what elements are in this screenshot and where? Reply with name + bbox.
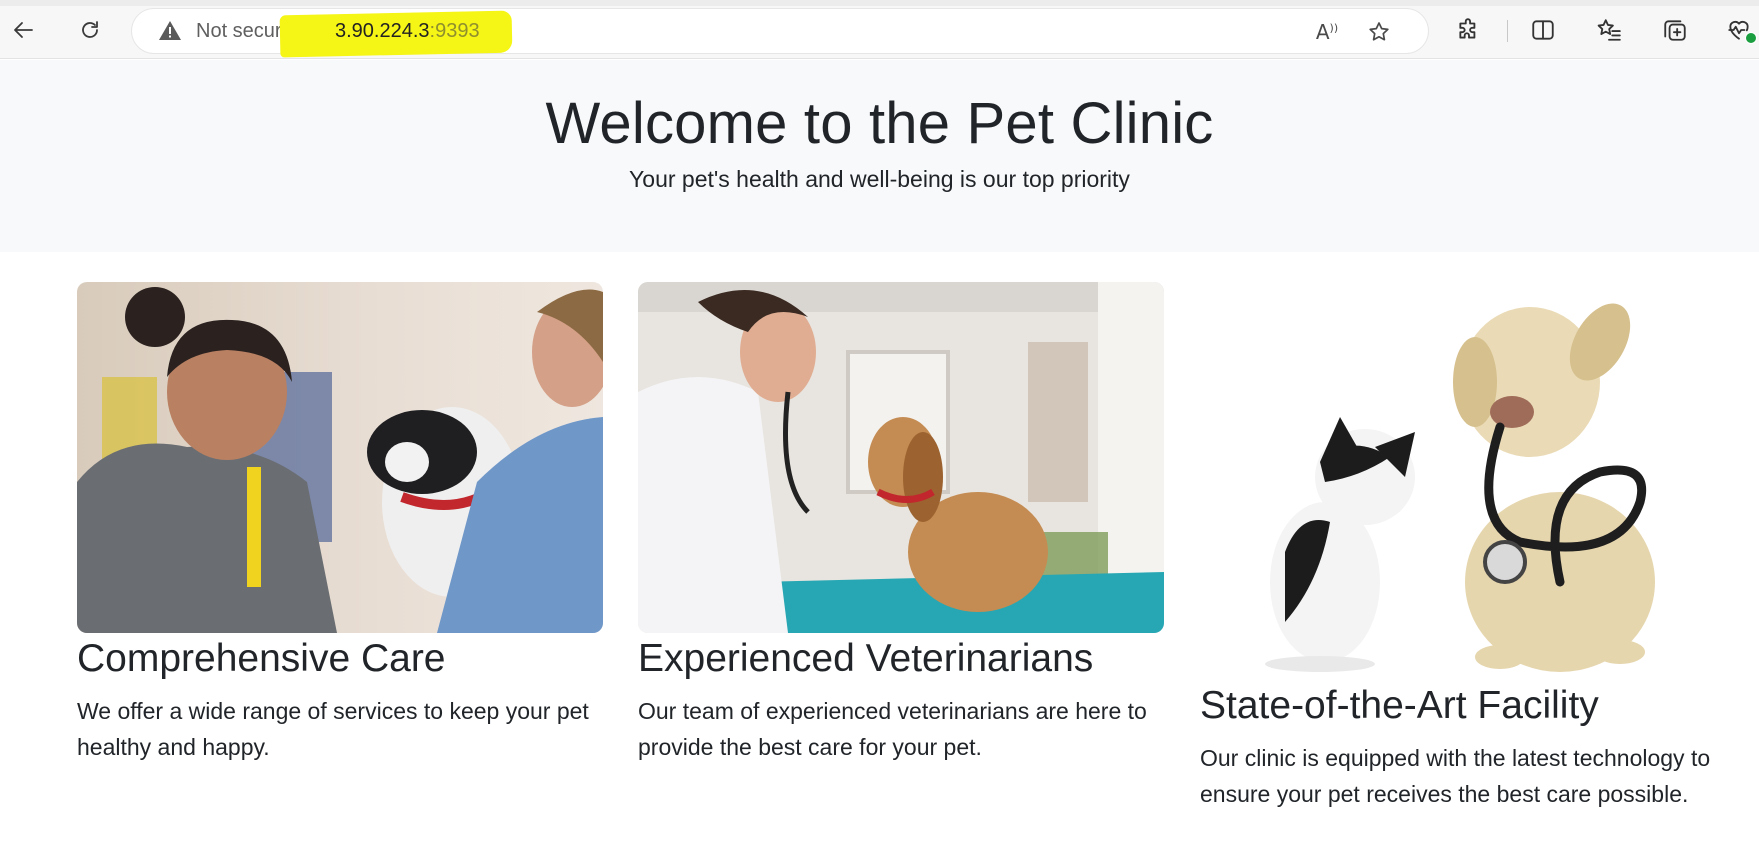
address-bar[interactable]: Not secure | 3.90.224.3:9393 A)) bbox=[132, 9, 1428, 58]
card-title: Comprehensive Care bbox=[77, 637, 446, 680]
browser-toolbar: Not secure | 3.90.224.3:9393 A)) bbox=[0, 0, 1759, 59]
page-title: Welcome to the Pet Clinic bbox=[545, 91, 1214, 156]
favorites-icon bbox=[1597, 19, 1621, 41]
split-screen-button[interactable] bbox=[1527, 14, 1559, 46]
warning-icon[interactable] bbox=[158, 19, 182, 43]
vet-with-dog-image bbox=[77, 282, 603, 633]
extensions-button[interactable] bbox=[1453, 14, 1485, 46]
favorite-button[interactable] bbox=[1364, 17, 1394, 47]
url-port: :9393 bbox=[429, 20, 480, 42]
card-text: Our clinic is equipped with the latest t… bbox=[1200, 745, 1711, 807]
collections-button[interactable] bbox=[1659, 14, 1691, 46]
split-screen-icon bbox=[1532, 20, 1554, 40]
collections-icon bbox=[1664, 20, 1686, 41]
back-button[interactable] bbox=[6, 12, 42, 48]
feature-card-veterinarians: Experienced Veterinarians Our team of ex… bbox=[638, 282, 1164, 765]
back-arrow-icon bbox=[14, 22, 33, 38]
security-status-label[interactable]: Not secure bbox=[196, 20, 293, 43]
feature-card-facility: State-of-the-Art Facility Our clinic is … bbox=[1200, 282, 1726, 812]
card-text: We offer a wide range of services to kee… bbox=[77, 698, 589, 760]
status-dot bbox=[1745, 32, 1757, 44]
page-subtitle: Your pet's health and well-being is our … bbox=[629, 166, 1130, 192]
card-title: State-of-the-Art Facility bbox=[1200, 684, 1599, 727]
tab-strip-edge bbox=[0, 0, 1759, 6]
url-host: 3.90.224.3 bbox=[335, 20, 430, 42]
veterinarian-exam-illustration bbox=[638, 282, 1164, 633]
browser-essentials-button[interactable] bbox=[1723, 14, 1757, 46]
card-text: Our team of experienced veterinarians ar… bbox=[638, 698, 1147, 760]
kitten-and-puppy-image bbox=[1200, 282, 1726, 678]
reload-icon bbox=[82, 21, 98, 38]
toolbar-separator bbox=[1507, 20, 1508, 42]
url-text[interactable]: 3.90.224.3:9393 bbox=[335, 20, 480, 43]
hero-section: Welcome to the Pet Clinic Your pet's hea… bbox=[0, 60, 1759, 252]
extensions-icon bbox=[1459, 18, 1476, 39]
veterinarian-exam-image bbox=[638, 282, 1164, 633]
favorites-button[interactable] bbox=[1593, 14, 1625, 46]
feature-card-care: Comprehensive Care We offer a wide range… bbox=[77, 282, 603, 765]
vet-with-dog-illustration bbox=[77, 282, 603, 633]
reload-button[interactable] bbox=[72, 12, 108, 48]
read-aloud-icon: A)) bbox=[1315, 20, 1339, 44]
card-title: Experienced Veterinarians bbox=[638, 637, 1094, 680]
kitten-and-puppy-illustration bbox=[1200, 282, 1726, 678]
read-aloud-button[interactable]: A)) bbox=[1312, 17, 1342, 47]
favorite-star-icon bbox=[1369, 22, 1389, 41]
